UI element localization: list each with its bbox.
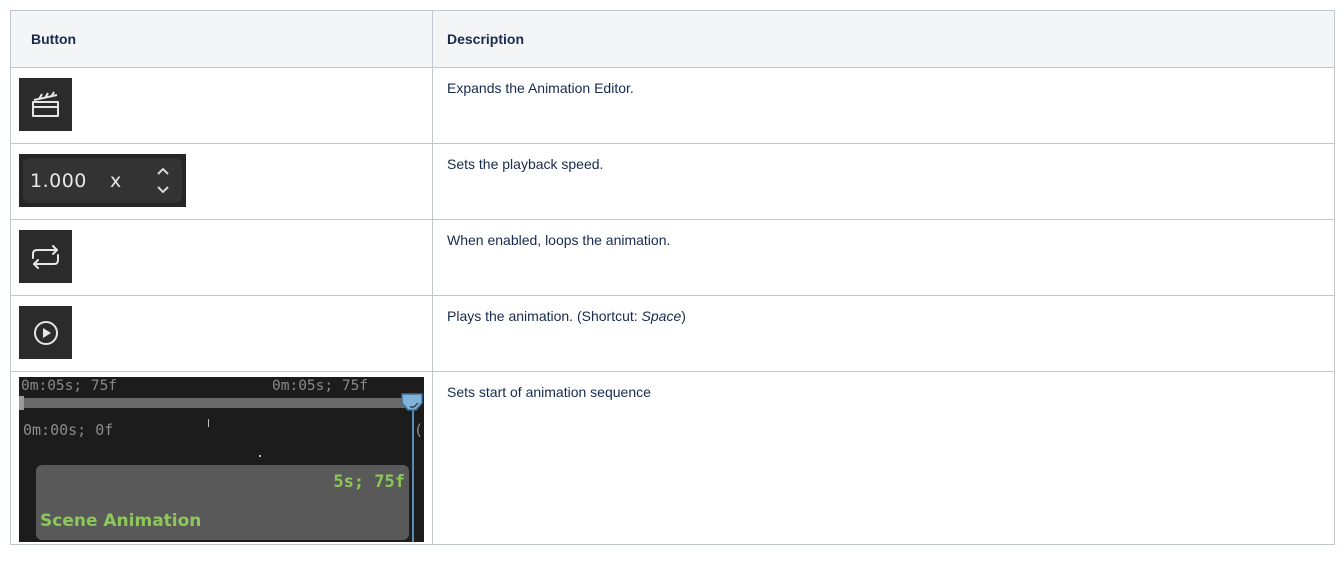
- table-row: 1.000 x Sets the playback speed.: [10, 143, 1335, 220]
- range-start-handle[interactable]: [19, 396, 24, 410]
- description-cell: Sets the playback speed.: [432, 143, 1335, 220]
- shortcut-key: Space: [641, 308, 682, 324]
- clapperboard-icon[interactable]: [19, 78, 72, 131]
- table-row: Expands the Animation Editor.: [10, 67, 1335, 144]
- speed-value: 1.000: [30, 170, 87, 192]
- description-cell: Sets start of animation sequence: [432, 371, 1335, 545]
- button-cell: 1.000 x: [10, 143, 433, 220]
- description-text-end: ): [681, 308, 686, 324]
- button-cell: 0m:05s; 75f 0m:05s; 75f 0m:00s; 0f ( 5s;…: [10, 371, 433, 545]
- playback-speed-spinner[interactable]: 1.000 x: [19, 154, 186, 207]
- range-end-time: 0m:05s; 75f: [272, 378, 369, 394]
- button-cell: [10, 295, 433, 372]
- clip-duration: 5s; 75f: [333, 472, 405, 492]
- track-time-label: 0m:00s; 0f: [23, 421, 114, 439]
- play-circle-icon[interactable]: [19, 306, 72, 359]
- range-bar[interactable]: [19, 398, 405, 408]
- time-tick: [208, 419, 209, 427]
- column-header-description: Description: [432, 10, 1335, 68]
- description-cell: Expands the Animation Editor.: [432, 67, 1335, 144]
- table-row: Plays the animation. (Shortcut: Space): [10, 295, 1335, 372]
- clip-name: Scene Animation: [40, 511, 202, 531]
- table-row: 0m:05s; 75f 0m:05s; 75f 0m:00s; 0f ( 5s;…: [10, 371, 1335, 545]
- description-cell: Plays the animation. (Shortcut: Space): [432, 295, 1335, 372]
- time-dot: [259, 455, 261, 457]
- speed-unit: x: [110, 170, 122, 192]
- table-header-row: Button Description: [10, 10, 1335, 68]
- button-cell: [10, 219, 433, 296]
- animation-clip[interactable]: 5s; 75f Scene Animation: [36, 465, 409, 540]
- button-reference-table: Button Description Expands the Animation…: [10, 10, 1335, 545]
- table-row: When enabled, loops the animation.: [10, 219, 1335, 296]
- column-header-button: Button: [10, 10, 433, 68]
- loop-icon[interactable]: [19, 230, 72, 283]
- timeline-cursor-icon[interactable]: [400, 393, 424, 413]
- description-cell: When enabled, loops the animation.: [432, 219, 1335, 296]
- spinner-arrows-icon[interactable]: [155, 164, 171, 198]
- description-text: Plays the animation. (Shortcut:: [447, 308, 642, 324]
- button-cell: [10, 67, 433, 144]
- range-start-time: 0m:05s; 75f: [21, 378, 118, 394]
- edge-label: (: [414, 421, 424, 439]
- timeline-panel[interactable]: 0m:05s; 75f 0m:05s; 75f 0m:00s; 0f ( 5s;…: [19, 377, 424, 542]
